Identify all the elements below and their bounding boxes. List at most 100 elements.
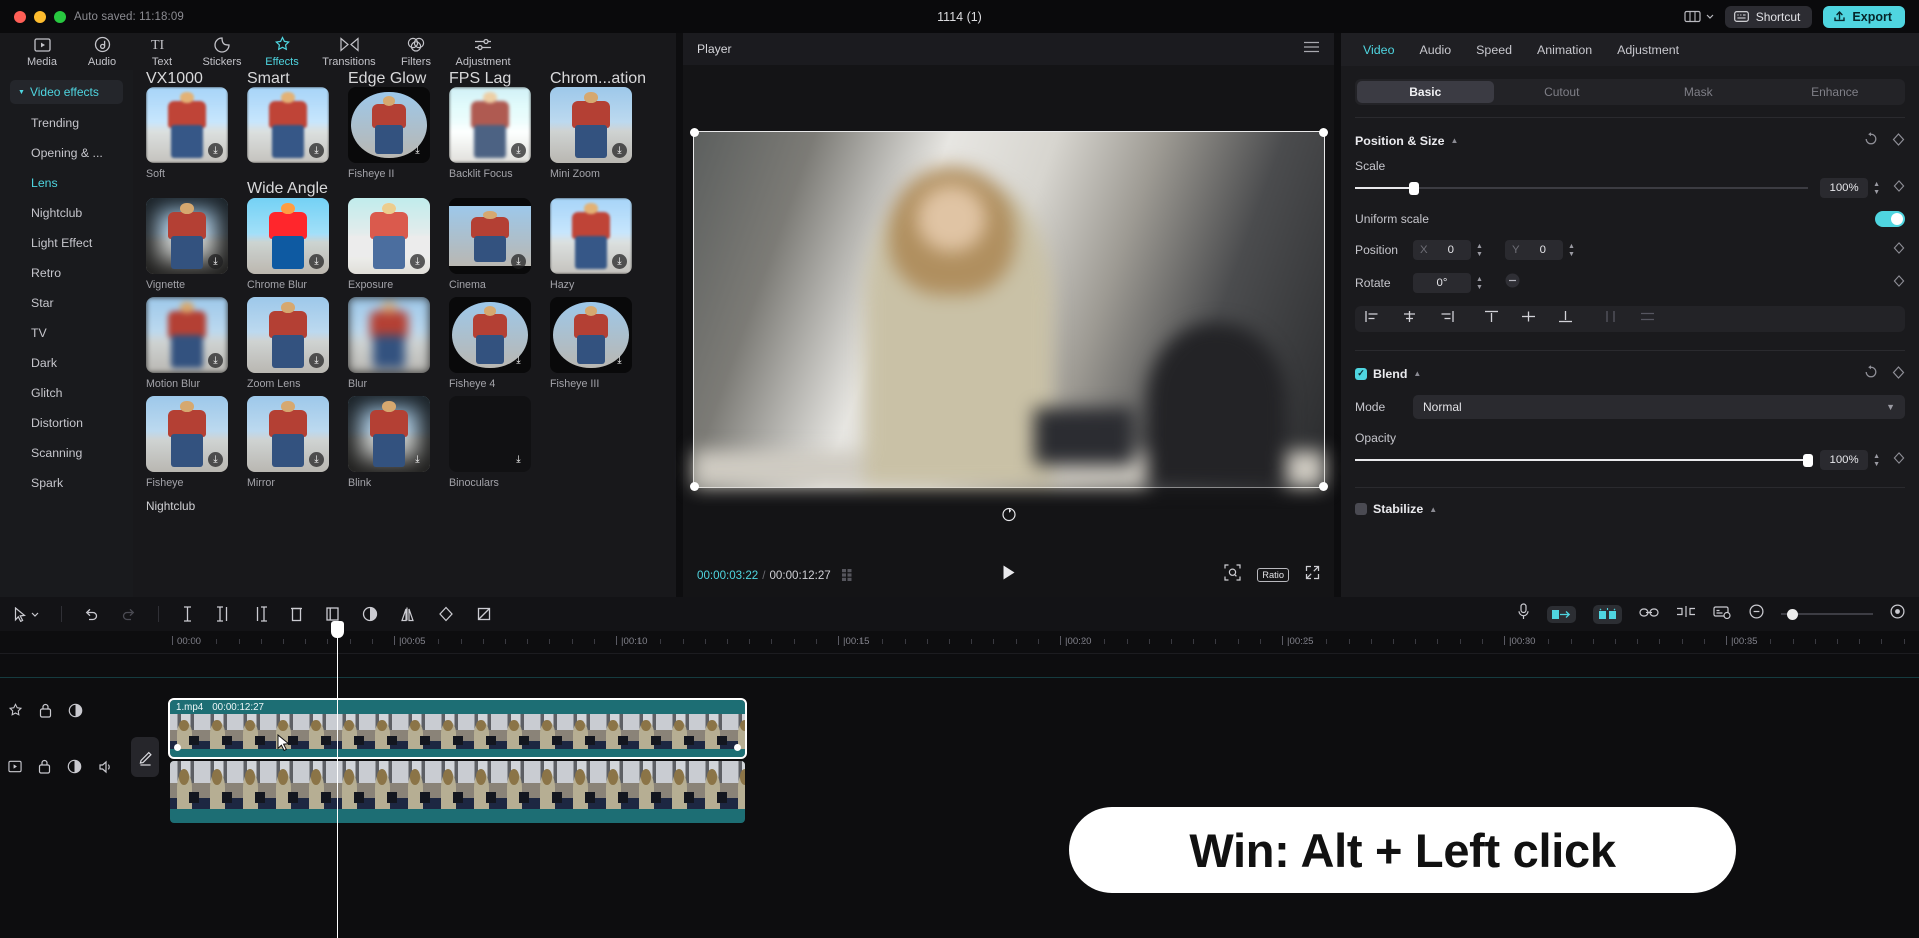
effect-thumbnail[interactable]: ⤓: [550, 87, 632, 163]
distribute-vertical-icon[interactable]: [1640, 310, 1655, 328]
position-x-stepper[interactable]: ▲ ▼: [1476, 243, 1483, 258]
effect-thumbnail[interactable]: ⤓: [449, 198, 531, 274]
resize-handle-top-right[interactable]: [1318, 127, 1328, 137]
timeline-clip-video[interactable]: 1.mp4 00:00:12:27: [168, 698, 747, 759]
effect-item[interactable]: ⤓: [247, 87, 329, 181]
effect-item[interactable]: ⤓ Vignette: [146, 198, 228, 292]
minimize-window-icon[interactable]: [34, 10, 46, 23]
scale-slider[interactable]: [1355, 181, 1809, 195]
effects-track-icon[interactable]: [8, 703, 23, 723]
segment-cutout[interactable]: Cutout: [1494, 81, 1631, 103]
download-icon[interactable]: ⤓: [410, 254, 425, 269]
rotate-stepper[interactable]: ▲ ▼: [1476, 276, 1483, 291]
download-icon[interactable]: ⤓: [410, 452, 425, 467]
reset-icon[interactable]: [1864, 365, 1878, 382]
download-icon[interactable]: ⤓: [511, 143, 526, 158]
effect-thumbnail[interactable]: ⤓: [146, 87, 228, 163]
maximize-window-icon[interactable]: [54, 10, 66, 23]
tab-video[interactable]: Video: [1363, 43, 1394, 57]
section-stabilize[interactable]: Stabilize ▲: [1355, 502, 1905, 516]
blend-mode-select[interactable]: Normal ▼: [1413, 395, 1905, 419]
effect-thumbnail[interactable]: ⤓: [247, 396, 329, 472]
clip-handle-right[interactable]: [734, 744, 741, 751]
resize-handle-bottom-right[interactable]: [1318, 481, 1328, 491]
tab-animation[interactable]: Animation: [1537, 43, 1592, 57]
effect-thumbnail[interactable]: ⤓: [247, 198, 329, 274]
tab-adjustment[interactable]: Adjustment: [446, 35, 520, 68]
effect-thumbnail[interactable]: ⤓: [550, 297, 632, 373]
mirror-button[interactable]: [400, 606, 416, 622]
keyframe-button[interactable]: [438, 606, 454, 622]
download-icon[interactable]: ⤓: [612, 143, 627, 158]
tab-filters[interactable]: Filters: [386, 35, 446, 68]
segment-mask[interactable]: Mask: [1630, 81, 1767, 103]
effect-item[interactable]: ⤓ Binoculars: [449, 396, 531, 490]
download-icon[interactable]: ⤓: [208, 452, 223, 467]
layout-switch-button[interactable]: [1684, 10, 1714, 23]
download-icon[interactable]: ⤓: [208, 143, 223, 158]
trim-end-button[interactable]: [253, 606, 268, 622]
undo-button[interactable]: [84, 607, 99, 621]
clip-handle-left[interactable]: [174, 744, 181, 751]
category-star[interactable]: Star: [0, 288, 133, 318]
download-icon[interactable]: ⤓: [208, 254, 223, 269]
opacity-slider[interactable]: [1355, 453, 1814, 467]
fullscreen-icon[interactable]: [1305, 565, 1320, 585]
auto-ripple-icon[interactable]: [1547, 605, 1576, 623]
category-spark[interactable]: Spark: [0, 468, 133, 498]
category-distortion[interactable]: Distortion: [0, 408, 133, 438]
visibility-icon[interactable]: [67, 759, 82, 779]
download-icon[interactable]: ⤓: [309, 143, 324, 158]
tab-adjustment-props[interactable]: Adjustment: [1617, 43, 1679, 57]
effect-item[interactable]: ⤓ Mirror: [247, 396, 329, 490]
opacity-stepper[interactable]: ▲ ▼: [1873, 453, 1880, 468]
category-scanning[interactable]: Scanning: [0, 438, 133, 468]
unlink-clips-icon[interactable]: [1676, 605, 1696, 623]
category-tv[interactable]: TV: [0, 318, 133, 348]
timeline-clip-secondary[interactable]: [170, 761, 745, 823]
effect-thumbnail[interactable]: ⤓: [247, 297, 329, 373]
effects-grid-scroll[interactable]: VX1000 Smart Sharpen Edge Glow FPS Lag C…: [133, 70, 676, 597]
tab-media[interactable]: Media: [12, 35, 72, 68]
opacity-keyframe-icon[interactable]: [1893, 451, 1905, 469]
download-icon[interactable]: ⤓: [309, 353, 324, 368]
category-nightclub[interactable]: Nightclub: [0, 198, 133, 228]
reset-icon[interactable]: [1864, 132, 1878, 149]
uniform-scale-toggle[interactable]: [1875, 211, 1905, 227]
category-trending[interactable]: Trending: [0, 108, 133, 138]
effect-item[interactable]: ⤓ Motion Blur: [146, 297, 228, 391]
align-right-icon[interactable]: [1439, 310, 1454, 328]
chevron-up-icon[interactable]: ▲: [1429, 505, 1437, 514]
tab-speed[interactable]: Speed: [1476, 43, 1512, 57]
effect-thumbnail[interactable]: ⤓: [449, 297, 531, 373]
keyframe-icon[interactable]: [1892, 365, 1905, 382]
effect-thumbnail[interactable]: [348, 297, 430, 373]
resize-handle-top-left[interactable]: [689, 127, 699, 137]
tab-effects[interactable]: Effects: [252, 35, 312, 68]
link-clips-icon[interactable]: [1639, 605, 1659, 623]
effect-thumbnail[interactable]: ⤓: [550, 198, 632, 274]
position-keyframe-icon[interactable]: [1893, 241, 1905, 259]
tab-stickers[interactable]: Stickers: [192, 35, 252, 68]
close-window-icon[interactable]: [14, 10, 26, 23]
freeze-button[interactable]: [476, 606, 492, 622]
redo-button[interactable]: [121, 607, 136, 621]
timeline-zoom-slider[interactable]: [1781, 608, 1873, 620]
effect-item[interactable]: ⤓ Fisheye III: [550, 297, 632, 391]
section-blend[interactable]: ✓ Blend ▲: [1355, 365, 1905, 382]
download-icon[interactable]: ⤓: [309, 452, 324, 467]
segment-enhance[interactable]: Enhance: [1767, 81, 1904, 103]
download-icon[interactable]: ⤓: [511, 353, 526, 368]
scale-value[interactable]: 100%: [1820, 178, 1869, 198]
effect-thumbnail[interactable]: ⤓: [348, 198, 430, 274]
download-icon[interactable]: ⤓: [511, 452, 526, 467]
align-bottom-icon[interactable]: [1558, 310, 1573, 328]
download-icon[interactable]: ⤓: [612, 254, 627, 269]
tab-audio[interactable]: Audio: [72, 35, 132, 68]
crop-button[interactable]: [325, 606, 340, 622]
stabilize-checkbox[interactable]: [1355, 503, 1367, 515]
align-left-icon[interactable]: [1365, 310, 1380, 328]
fit-timeline-icon[interactable]: [1890, 604, 1905, 624]
window-controls[interactable]: [14, 10, 66, 23]
mute-icon[interactable]: [98, 760, 113, 779]
